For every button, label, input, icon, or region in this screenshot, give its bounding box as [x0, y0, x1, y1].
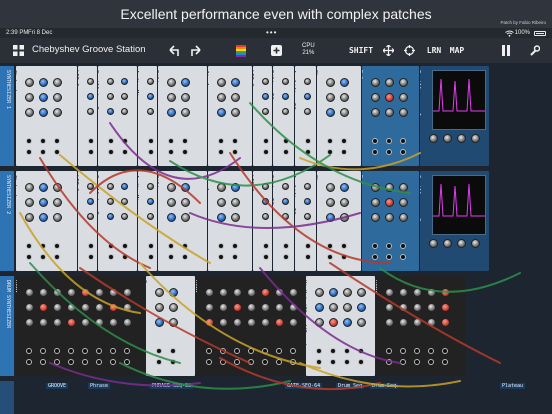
- wrench-icon[interactable]: [525, 38, 543, 63]
- patch-name[interactable]: Chebyshev Groove Station: [32, 44, 146, 55]
- app-toolbar: Chebyshev Groove Station CPU 21% SHIFT L…: [0, 38, 552, 63]
- crosshair-icon[interactable]: [401, 38, 417, 63]
- map-button[interactable]: MAP: [447, 38, 467, 63]
- patch-cables[interactable]: [0, 63, 552, 414]
- battery-percent: 100%: [514, 30, 530, 36]
- learn-button[interactable]: LRN: [424, 38, 444, 63]
- undo-arrow-icon[interactable]: [164, 38, 182, 63]
- banner-headline: Excellent performance even with complex …: [120, 6, 432, 22]
- move-arrows-icon[interactable]: [380, 38, 396, 63]
- pause-icon[interactable]: [497, 38, 515, 63]
- grid-menu-icon[interactable]: [10, 38, 26, 63]
- redo-arrow-icon[interactable]: [188, 38, 206, 63]
- status-time: 2:39 PM: [6, 30, 29, 36]
- plus-icon[interactable]: [268, 38, 284, 63]
- battery-icon: [534, 31, 546, 36]
- module-rack[interactable]: SYNTHESIZER 1 SYNTHESIZER 2 DRUM SYNTHES…: [0, 63, 552, 414]
- cpu-label: CPU: [302, 43, 315, 49]
- marketing-banner: Excellent performance even with complex …: [0, 0, 552, 28]
- wifi-icon: [505, 30, 514, 37]
- rainbow-color-icon[interactable]: [233, 38, 249, 63]
- shift-button[interactable]: SHIFT: [346, 38, 376, 63]
- status-bar: 2:39 PM Fri 8 Dec ••• 100%: [0, 28, 552, 38]
- status-date: Fri 8 Dec: [28, 30, 53, 36]
- banner-credit: Patch by Fabio Ribeiro: [500, 20, 546, 25]
- cpu-meter: CPU 21%: [302, 43, 315, 57]
- cpu-value: 21%: [302, 50, 315, 56]
- multitask-dots-icon[interactable]: •••: [266, 28, 277, 37]
